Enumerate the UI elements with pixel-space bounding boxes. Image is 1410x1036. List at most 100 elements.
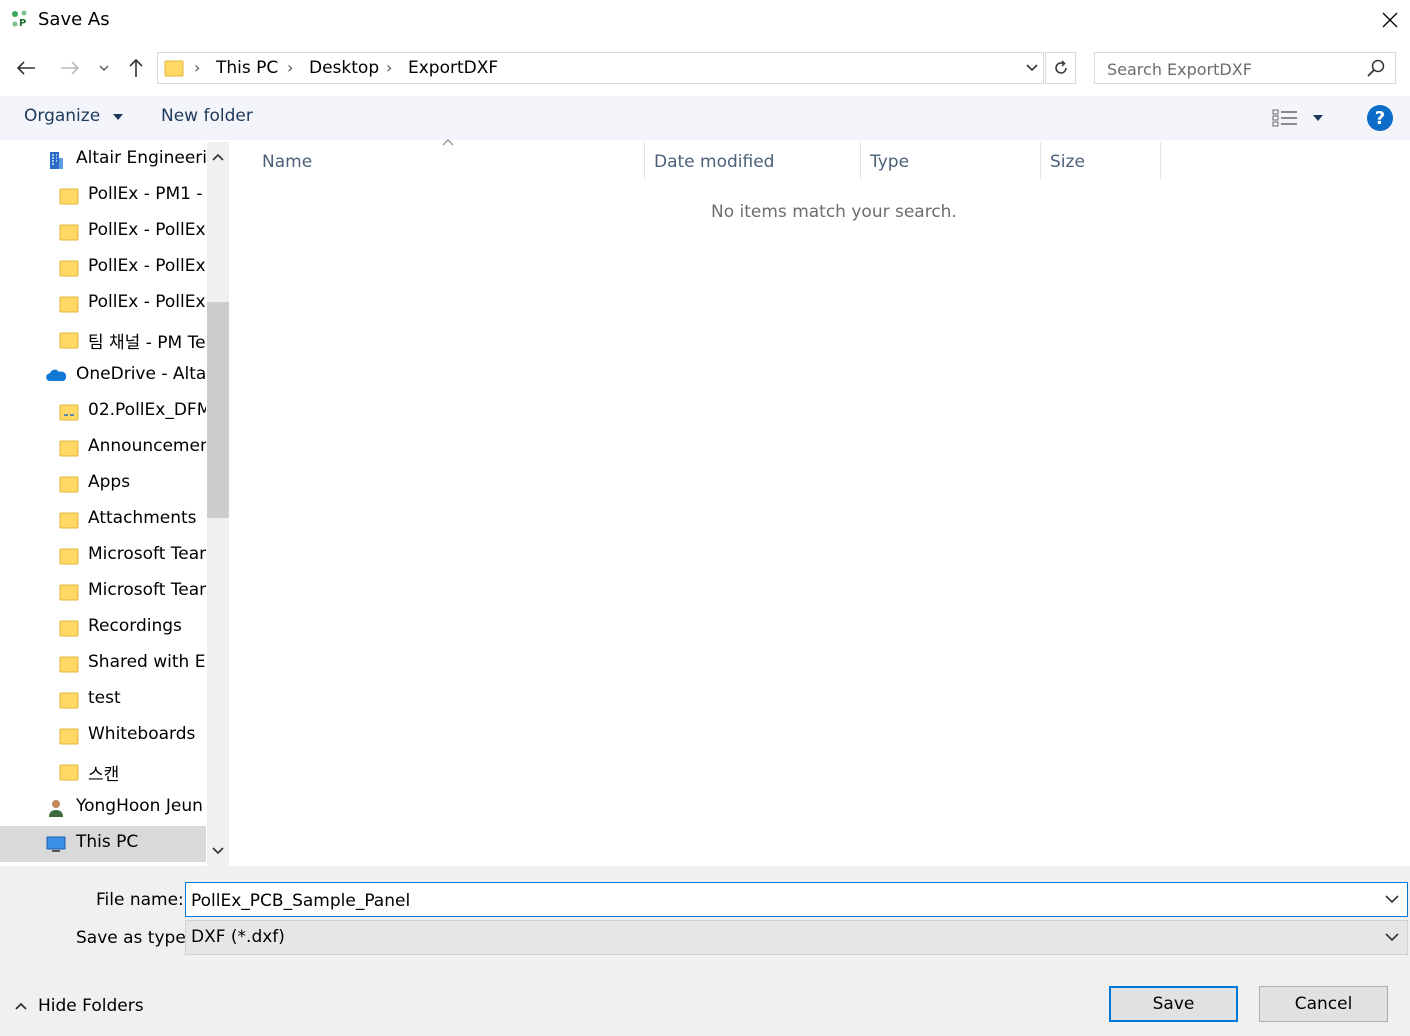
address-dropdown-button[interactable]	[1020, 52, 1044, 84]
navpane-item[interactable]: PollEx - PollExF	[0, 250, 206, 286]
navpane-item[interactable]: Recordings	[0, 610, 206, 646]
search-input[interactable]	[1095, 53, 1369, 85]
breadcrumb-exportdxf[interactable]: ExportDXF	[408, 58, 498, 78]
column-divider[interactable]	[644, 142, 645, 180]
breadcrumb-separator: ›	[194, 58, 201, 77]
chevron-down-icon[interactable]	[1382, 889, 1402, 909]
navigation-scrollbar[interactable]	[207, 142, 229, 866]
column-divider[interactable]	[860, 142, 861, 180]
search-box[interactable]	[1094, 52, 1396, 85]
forward-button[interactable]	[56, 54, 84, 82]
breadcrumb-separator: ›	[287, 58, 294, 77]
folder-icon	[59, 656, 79, 673]
up-button[interactable]	[122, 54, 150, 82]
navpane-item[interactable]: 팀 채널 - PM Te	[0, 322, 206, 358]
building-icon	[50, 152, 63, 169]
navpane-item-label: Whiteboards	[88, 724, 196, 744]
navpane-item-label: YongHoon Jeun	[76, 796, 203, 816]
column-divider[interactable]	[1040, 142, 1041, 180]
navpane-item-label: Apps	[88, 472, 131, 492]
navpane-item[interactable]: Altair Engineerin	[0, 142, 206, 178]
change-view-button[interactable]	[1272, 106, 1332, 130]
column-header-type[interactable]: Type	[870, 152, 909, 172]
recent-locations-button[interactable]	[92, 54, 116, 82]
folder-icon	[59, 188, 79, 205]
navpane-item[interactable]: 02.PollEx_DFM	[0, 394, 206, 430]
scrollbar-thumb[interactable]	[207, 302, 229, 518]
arrow-up-icon	[129, 58, 143, 77]
navpane-item[interactable]: Shared with Ev	[0, 646, 206, 682]
folder-icon	[59, 440, 79, 457]
navpane-item[interactable]: This PC	[0, 826, 206, 862]
title-bar: P Save As	[0, 0, 1410, 40]
navpane-item-label: PollEx - PM1 -	[88, 184, 203, 204]
navpane-item-label: test	[88, 688, 121, 708]
file-list[interactable]: Name Date modified Type Size No items ma…	[231, 139, 1410, 866]
folder-icon	[59, 296, 79, 313]
help-button[interactable]: ?	[1367, 105, 1393, 131]
scroll-up-button[interactable]	[207, 142, 229, 172]
navpane-item[interactable]: Attachments	[0, 502, 206, 538]
save-panel: File name: Save as type: DXF (*.dxf) Hid…	[0, 866, 1410, 1036]
back-button[interactable]	[12, 54, 40, 82]
navpane-item-label: OneDrive - Altair	[76, 364, 206, 384]
navpane-item-label: Recordings	[88, 616, 182, 636]
user-icon	[49, 800, 63, 817]
save-button[interactable]: Save	[1109, 986, 1238, 1022]
refresh-button[interactable]	[1045, 52, 1076, 84]
column-header-date-modified[interactable]: Date modified	[654, 152, 774, 172]
column-divider[interactable]	[1160, 142, 1161, 180]
column-header-name[interactable]: Name	[262, 152, 312, 172]
address-bar[interactable]: › This PC › Desktop › ExportDXF	[157, 52, 1044, 84]
scroll-down-button[interactable]	[207, 836, 229, 866]
navpane-item[interactable]: Microsoft Team	[0, 538, 206, 574]
close-button[interactable]	[1370, 0, 1410, 40]
breadcrumb-this-pc[interactable]: This PC	[216, 58, 278, 78]
navpane-item[interactable]: PollEx - PollExF	[0, 286, 206, 322]
navpane-item-label: 팀 채널 - PM Te	[88, 333, 206, 353]
save-as-type-select[interactable]: DXF (*.dxf)	[185, 920, 1408, 955]
chevron-down-icon	[1026, 64, 1038, 72]
folder-icon	[59, 512, 79, 529]
folder-icon	[59, 620, 79, 637]
organize-button[interactable]: Organize	[24, 106, 124, 126]
navpane-item[interactable]: Apps	[0, 466, 206, 502]
navpane-item[interactable]: Announcement	[0, 430, 206, 466]
navpane-item[interactable]: PollEx - PollEx	[0, 214, 206, 250]
navpane-item[interactable]: Microsoft Team	[0, 574, 206, 610]
navpane-item[interactable]: test	[0, 682, 206, 718]
navpane-item[interactable]: PollEx - PM1 -	[0, 178, 206, 214]
navpane-item-label: Shared with Ev	[88, 652, 206, 672]
navpane-item-label: PollEx - PollExF	[88, 256, 206, 276]
folder-icon	[59, 728, 79, 745]
navpane-item-label: PollEx - PollEx	[88, 220, 206, 240]
cancel-button[interactable]: Cancel	[1259, 986, 1388, 1022]
empty-message: No items match your search.	[711, 202, 957, 222]
column-header-size[interactable]: Size	[1050, 152, 1085, 172]
search-icon	[1367, 59, 1385, 77]
navpane-item-label: Announcement	[88, 436, 206, 456]
caret-down-icon	[112, 114, 123, 120]
chevron-down-icon	[212, 847, 224, 855]
navpane-item-label: 스캔	[88, 765, 120, 785]
navpane-item-label: 02.PollEx_DFM	[88, 400, 206, 420]
navpane-item[interactable]: 스캔	[0, 754, 206, 790]
navpane-item[interactable]: OneDrive - Altair	[0, 358, 206, 394]
app-icon: P	[12, 10, 27, 29]
command-bar: Organize New folder ?	[0, 96, 1410, 140]
navpane-item[interactable]: Whiteboards	[0, 718, 206, 754]
navigation-pane: Altair Engineerin PollEx - PM1 - PollEx - …	[0, 142, 229, 866]
save-as-type-value: DXF (*.dxf)	[191, 927, 285, 947]
hide-folders-button[interactable]: Hide Folders	[14, 996, 144, 1016]
save-as-type-label: Save as type:	[76, 928, 192, 948]
file-name-combobox[interactable]	[185, 882, 1408, 918]
computer-icon	[46, 836, 66, 852]
folder-icon	[59, 224, 79, 241]
arrow-right-icon	[61, 61, 80, 75]
new-folder-button[interactable]: New folder	[161, 106, 253, 126]
folder-icon	[59, 332, 79, 349]
chevron-down-icon	[99, 65, 109, 71]
navpane-item[interactable]: YongHoon Jeun	[0, 790, 206, 826]
file-name-input[interactable]	[186, 883, 1383, 918]
breadcrumb-desktop[interactable]: Desktop	[309, 58, 379, 78]
